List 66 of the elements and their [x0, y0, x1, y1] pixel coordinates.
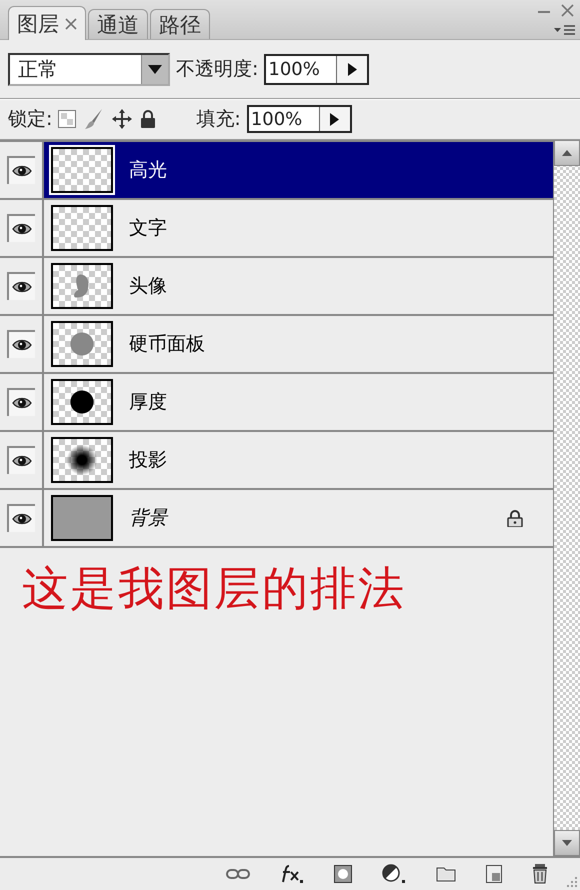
half-circle-icon[interactable] — [382, 864, 406, 884]
layer-thumbnail — [51, 205, 113, 251]
visibility-toggle[interactable] — [7, 388, 35, 416]
eye-icon — [12, 281, 32, 293]
layer-name: 投影 — [129, 448, 167, 473]
new-layer-icon[interactable] — [486, 865, 502, 883]
fx-icon[interactable] — [280, 864, 304, 884]
close-icon[interactable] — [561, 4, 574, 17]
visibility-toggle[interactable] — [7, 446, 35, 474]
layer-thumbnail — [51, 379, 113, 425]
layer-row[interactable]: 背景 — [44, 490, 553, 546]
layer-row[interactable]: 高光 — [44, 142, 553, 198]
layer-name: 文字 — [129, 216, 167, 241]
layer-row[interactable]: 文字 — [44, 200, 553, 256]
scroll-up-icon[interactable] — [562, 150, 572, 156]
visibility-toggle[interactable] — [7, 330, 35, 358]
arrow-icon[interactable] — [348, 62, 357, 76]
panel-tab[interactable]: 图层 — [8, 6, 86, 40]
layer-name: 头像 — [129, 274, 167, 299]
visibility-toggle[interactable] — [7, 156, 35, 184]
scrollbar[interactable] — [553, 140, 580, 856]
blend-mode-dropdown[interactable]: 正常 — [8, 52, 170, 86]
eye-icon — [12, 397, 32, 409]
eye-icon — [12, 223, 32, 235]
folder-icon[interactable] — [436, 866, 456, 882]
scroll-down-icon[interactable] — [562, 840, 572, 846]
fill-label: 填充: — [196, 107, 241, 132]
visibility-toggle[interactable] — [7, 272, 35, 300]
move-icon[interactable] — [112, 109, 132, 129]
mask-icon[interactable] — [334, 865, 352, 883]
layer-name: 硬币面板 — [129, 332, 205, 357]
layer-row[interactable]: 头像 — [44, 258, 553, 314]
panel-tab[interactable]: 路径 — [150, 9, 210, 39]
panel-tab[interactable]: 通道 — [88, 9, 148, 39]
visibility-toggle[interactable] — [7, 214, 35, 242]
layer-row[interactable]: 投影 — [44, 432, 553, 488]
visibility-toggle[interactable] — [7, 504, 35, 532]
trash-icon[interactable] — [532, 864, 548, 884]
fill-field[interactable]: 100% — [246, 105, 352, 133]
eye-icon — [12, 513, 32, 525]
opacity-label: 不透明度: — [176, 57, 258, 82]
layer-name: 背景 — [129, 506, 167, 531]
brush-icon[interactable] — [84, 108, 104, 130]
link-icon[interactable] — [226, 868, 250, 880]
arrow-icon[interactable] — [330, 112, 340, 126]
layer-thumbnail — [51, 263, 113, 309]
layer-thumbnail — [51, 495, 113, 541]
caret-icon — [148, 64, 162, 74]
eye-icon — [12, 165, 32, 177]
menu-icon[interactable] — [554, 24, 576, 36]
eye-icon — [12, 339, 32, 351]
lock-transparency-icon[interactable] — [58, 110, 76, 128]
close-icon[interactable] — [65, 18, 77, 30]
opacity-field[interactable]: 100% — [264, 54, 370, 84]
layer-thumbnail — [51, 147, 113, 193]
resize-grip-icon[interactable] — [565, 875, 577, 887]
lock-icon[interactable] — [140, 110, 156, 128]
lock-label: 锁定: — [8, 107, 52, 132]
eye-icon — [12, 455, 32, 467]
layer-name: 厚度 — [129, 390, 167, 415]
layer-thumbnail — [51, 321, 113, 367]
layer-thumbnail — [51, 437, 113, 483]
annotation-text: 这是我图层的排法 — [21, 560, 407, 617]
layer-name: 高光 — [129, 158, 167, 183]
layer-row[interactable]: 硬币面板 — [44, 316, 553, 372]
layer-row[interactable]: 厚度 — [44, 374, 553, 430]
